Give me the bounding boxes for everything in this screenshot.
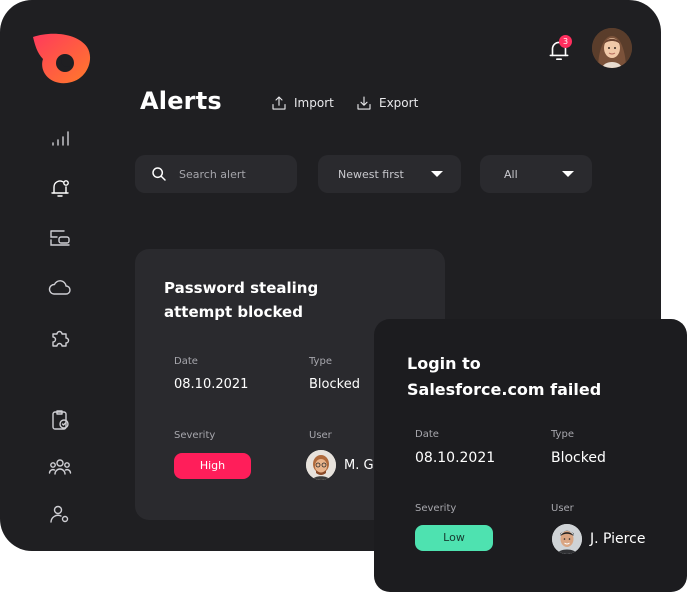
sidebar-item-tasks[interactable] xyxy=(48,408,72,432)
type-label: Type xyxy=(551,429,574,440)
user-name: J. Pierce xyxy=(590,531,646,547)
team-icon xyxy=(48,459,72,475)
page-title: Alerts xyxy=(140,87,222,115)
clipboard-check-icon xyxy=(52,410,69,430)
alert-title-line: Login to xyxy=(407,354,481,373)
sidebar-item-devices[interactable] xyxy=(48,226,72,250)
sidebar-item-cloud[interactable] xyxy=(48,276,72,300)
type-filter-dropdown[interactable]: All xyxy=(480,155,592,193)
search-box[interactable] xyxy=(135,155,297,193)
user-chip[interactable]: M. G xyxy=(306,450,374,480)
sidebar-item-analytics[interactable] xyxy=(48,126,72,150)
sort-dropdown[interactable]: Newest first xyxy=(318,155,461,193)
export-button[interactable]: Export xyxy=(355,93,418,113)
sort-dropdown-value: Newest first xyxy=(338,167,404,181)
profile-avatar[interactable] xyxy=(592,28,632,68)
sidebar-item-extensions[interactable] xyxy=(48,326,72,350)
user-settings-icon xyxy=(50,505,69,523)
sidebar-item-user-settings[interactable] xyxy=(48,502,72,526)
caret-down-icon xyxy=(431,171,443,177)
type-value: Blocked xyxy=(309,377,360,392)
user-label: User xyxy=(551,503,574,514)
alert-title-line: Password stealing xyxy=(164,279,319,297)
type-filter-value: All xyxy=(504,167,518,181)
download-icon xyxy=(357,96,371,110)
user-avatar xyxy=(306,450,336,480)
analytics-icon xyxy=(52,131,69,146)
severity-label: Severity xyxy=(415,503,457,514)
alert-title-line: attempt blocked xyxy=(164,303,303,321)
date-label: Date xyxy=(415,429,439,440)
alert-title: Password stealing attempt blocked xyxy=(164,276,318,324)
alerts-icon xyxy=(51,180,69,197)
search-input[interactable] xyxy=(177,166,291,182)
alert-title-line: Salesforce.com failed xyxy=(407,380,602,399)
user-name: M. G xyxy=(344,457,374,473)
date-label: Date xyxy=(174,356,198,367)
user-chip[interactable]: J. Pierce xyxy=(552,524,645,554)
notification-count-badge: 3 xyxy=(559,35,572,48)
alert-card[interactable]: Login to Salesforce.com failed Date 08.1… xyxy=(374,319,687,592)
type-label: Type xyxy=(309,356,332,367)
date-value: 08.10.2021 xyxy=(415,450,496,466)
caret-down-icon xyxy=(562,171,574,177)
date-value: 08.10.2021 xyxy=(174,377,249,392)
search-icon xyxy=(152,167,166,181)
user-label: User xyxy=(309,430,332,441)
severity-badge: Low xyxy=(415,525,493,551)
import-label: Import xyxy=(294,96,334,110)
sidebar-item-alerts[interactable] xyxy=(48,176,72,200)
type-value: Blocked xyxy=(551,450,606,466)
puzzle-icon xyxy=(52,330,70,347)
severity-badge: High xyxy=(174,453,251,479)
cloud-icon xyxy=(48,280,71,295)
export-label: Export xyxy=(379,96,419,110)
sidebar-item-team[interactable] xyxy=(48,455,72,479)
upload-icon xyxy=(272,96,286,110)
severity-label: Severity xyxy=(174,430,216,441)
alert-title: Login to Salesforce.com failed xyxy=(407,351,601,403)
devices-icon xyxy=(50,230,70,246)
import-button[interactable]: Import xyxy=(270,93,334,113)
user-avatar xyxy=(552,524,582,554)
brand-logo xyxy=(31,31,93,85)
